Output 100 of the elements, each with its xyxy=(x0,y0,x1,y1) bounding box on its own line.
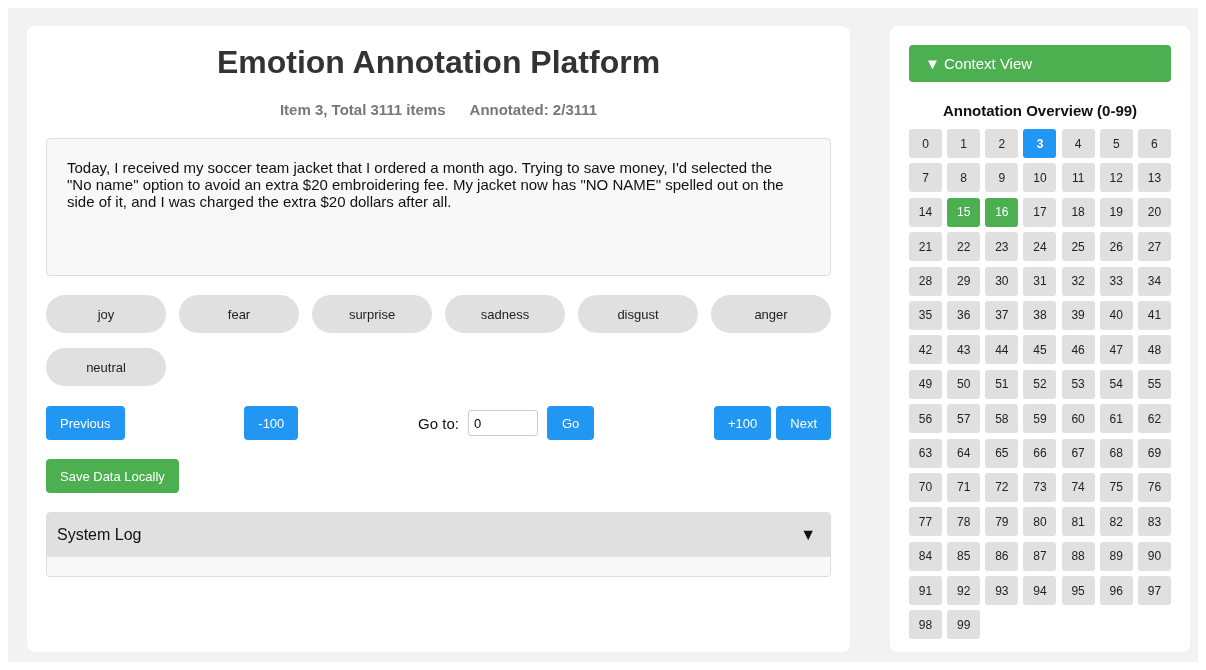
item-cell[interactable]: 88 xyxy=(1061,541,1095,571)
item-cell[interactable]: 70 xyxy=(909,472,942,502)
item-cell[interactable]: 44 xyxy=(985,335,1019,365)
item-cell[interactable]: 49 xyxy=(909,369,942,399)
item-cell[interactable]: 45 xyxy=(1023,335,1057,365)
item-cell[interactable]: 51 xyxy=(985,369,1019,399)
emotion-button[interactable]: sadness xyxy=(445,295,565,333)
item-cell[interactable]: 53 xyxy=(1061,369,1095,399)
item-cell[interactable]: 17 xyxy=(1023,197,1057,227)
emotion-button[interactable]: joy xyxy=(46,295,166,333)
item-cell[interactable]: 75 xyxy=(1099,472,1133,502)
item-cell[interactable]: 93 xyxy=(985,576,1019,606)
item-cell[interactable]: 7 xyxy=(909,163,942,193)
item-cell[interactable]: 90 xyxy=(1137,541,1171,571)
item-cell[interactable]: 92 xyxy=(947,576,981,606)
item-cell[interactable]: 10 xyxy=(1023,163,1057,193)
item-cell[interactable]: 57 xyxy=(947,404,981,434)
item-cell[interactable]: 32 xyxy=(1061,266,1095,296)
item-cell[interactable]: 5 xyxy=(1099,129,1133,158)
item-cell[interactable]: 82 xyxy=(1099,507,1133,537)
item-cell[interactable]: 94 xyxy=(1023,576,1057,606)
item-cell[interactable]: 25 xyxy=(1061,232,1095,262)
item-cell[interactable]: 43 xyxy=(947,335,981,365)
item-cell[interactable]: 76 xyxy=(1137,472,1171,502)
item-cell[interactable]: 60 xyxy=(1061,404,1095,434)
item-cell[interactable]: 50 xyxy=(947,369,981,399)
item-cell[interactable]: 13 xyxy=(1137,163,1171,193)
item-cell[interactable]: 72 xyxy=(985,472,1019,502)
item-cell[interactable]: 21 xyxy=(909,232,942,262)
emotion-button[interactable]: anger xyxy=(711,295,831,333)
item-cell[interactable]: 19 xyxy=(1099,197,1133,227)
item-cell[interactable]: 65 xyxy=(985,438,1019,468)
item-cell[interactable]: 54 xyxy=(1099,369,1133,399)
item-cell[interactable]: 28 xyxy=(909,266,942,296)
item-cell[interactable]: 58 xyxy=(985,404,1019,434)
item-cell[interactable]: 27 xyxy=(1137,232,1171,262)
item-cell[interactable]: 78 xyxy=(947,507,981,537)
item-cell[interactable]: 24 xyxy=(1023,232,1057,262)
item-cell[interactable]: 46 xyxy=(1061,335,1095,365)
item-cell[interactable]: 68 xyxy=(1099,438,1133,468)
item-cell[interactable]: 69 xyxy=(1137,438,1171,468)
goto-input[interactable]: 0 xyxy=(467,410,538,436)
item-cell[interactable]: 61 xyxy=(1099,404,1133,434)
item-cell[interactable]: 63 xyxy=(909,438,942,468)
item-cell[interactable]: 85 xyxy=(947,541,981,571)
item-cell[interactable]: 74 xyxy=(1061,472,1095,502)
item-cell[interactable]: 26 xyxy=(1099,232,1133,262)
item-cell[interactable]: 55 xyxy=(1137,369,1171,399)
item-cell[interactable]: 11 xyxy=(1061,163,1095,193)
item-cell[interactable]: 80 xyxy=(1023,507,1057,537)
item-cell[interactable]: 38 xyxy=(1023,300,1057,330)
item-cell[interactable]: 81 xyxy=(1061,507,1095,537)
item-cell[interactable]: 6 xyxy=(1137,129,1171,158)
item-cell[interactable]: 77 xyxy=(909,507,942,537)
item-cell[interactable]: 35 xyxy=(909,300,942,330)
item-cell[interactable]: 37 xyxy=(985,300,1019,330)
item-cell[interactable]: 20 xyxy=(1137,197,1171,227)
item-cell[interactable]: 95 xyxy=(1061,576,1095,606)
item-cell[interactable]: 87 xyxy=(1023,541,1057,571)
item-cell[interactable]: 8 xyxy=(947,163,981,193)
item-cell[interactable]: 22 xyxy=(947,232,981,262)
emotion-button[interactable]: fear xyxy=(179,295,299,333)
item-cell[interactable]: 23 xyxy=(985,232,1019,262)
item-cell[interactable]: 29 xyxy=(947,266,981,296)
item-cell[interactable]: 12 xyxy=(1099,163,1133,193)
item-cell[interactable]: 48 xyxy=(1137,335,1171,365)
item-cell[interactable]: 62 xyxy=(1137,404,1171,434)
item-cell[interactable]: 84 xyxy=(909,541,942,571)
item-cell[interactable]: 42 xyxy=(909,335,942,365)
item-cell[interactable]: 86 xyxy=(985,541,1019,571)
system-log-header[interactable]: System Log ▼ xyxy=(47,513,830,557)
item-cell[interactable]: 4 xyxy=(1061,129,1095,158)
item-cell[interactable]: 0 xyxy=(909,129,942,158)
item-cell[interactable]: 83 xyxy=(1137,507,1171,537)
item-cell[interactable]: 41 xyxy=(1137,300,1171,330)
item-cell[interactable]: 56 xyxy=(909,404,942,434)
item-cell[interactable]: 30 xyxy=(985,266,1019,296)
item-cell[interactable]: 39 xyxy=(1061,300,1095,330)
item-cell[interactable]: 52 xyxy=(1023,369,1057,399)
item-cell[interactable]: 40 xyxy=(1099,300,1133,330)
item-cell[interactable]: 96 xyxy=(1099,576,1133,606)
item-cell[interactable]: 79 xyxy=(985,507,1019,537)
item-cell[interactable]: 18 xyxy=(1061,197,1095,227)
item-cell[interactable]: 14 xyxy=(909,197,942,227)
item-cell[interactable]: 9 xyxy=(985,163,1019,193)
item-cell[interactable]: 89 xyxy=(1099,541,1133,571)
item-cell[interactable]: 71 xyxy=(947,472,981,502)
item-cell[interactable]: 91 xyxy=(909,576,942,606)
item-cell[interactable]: 98 xyxy=(909,610,942,640)
emotion-button[interactable]: neutral xyxy=(46,348,166,386)
item-cell[interactable]: 33 xyxy=(1099,266,1133,296)
emotion-button[interactable]: disgust xyxy=(578,295,698,333)
item-cell[interactable]: 99 xyxy=(947,610,981,640)
item-cell[interactable]: 66 xyxy=(1023,438,1057,468)
item-cell[interactable]: 34 xyxy=(1137,266,1171,296)
item-cell[interactable]: 64 xyxy=(947,438,981,468)
item-cell[interactable]: 36 xyxy=(947,300,981,330)
emotion-button[interactable]: surprise xyxy=(312,295,432,333)
item-cell[interactable]: 73 xyxy=(1023,472,1057,502)
item-cell[interactable]: 97 xyxy=(1137,576,1171,606)
